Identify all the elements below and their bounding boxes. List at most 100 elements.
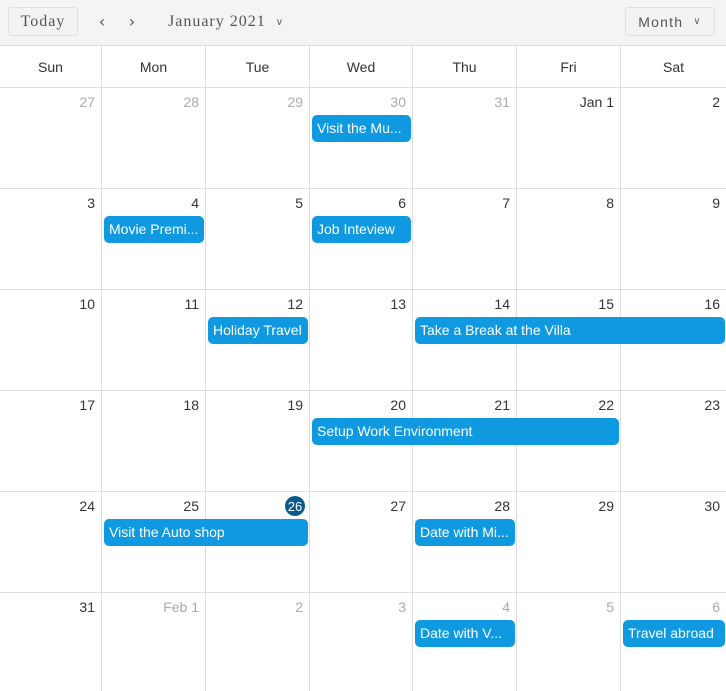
- today-button[interactable]: Today: [8, 7, 78, 36]
- day-number[interactable]: 29: [287, 94, 303, 110]
- day-cell[interactable]: 11: [101, 290, 205, 391]
- weekday-header-sun: Sun: [38, 58, 63, 75]
- day-number[interactable]: 12: [287, 296, 303, 312]
- day-cell[interactable]: 10: [0, 290, 101, 391]
- day-cell[interactable]: 8: [516, 189, 620, 290]
- day-number[interactable]: 29: [598, 498, 614, 514]
- day-number[interactable]: 6: [712, 599, 720, 615]
- day-cell[interactable]: 27: [0, 88, 101, 189]
- day-number[interactable]: 27: [79, 94, 95, 110]
- chevron-down-icon: ∨: [275, 16, 285, 28]
- chevron-right-icon: ›: [128, 11, 136, 31]
- day-number[interactable]: 21: [494, 397, 510, 413]
- calendar-event[interactable]: Visit the Mu...: [312, 115, 411, 142]
- week-row: 31 Feb 1 2 3 4 5 6: [0, 593, 726, 691]
- day-number[interactable]: 3: [87, 195, 95, 211]
- day-number[interactable]: 25: [183, 498, 199, 514]
- calendar-event[interactable]: Movie Premi...: [104, 216, 204, 243]
- day-number[interactable]: 17: [79, 397, 95, 413]
- day-cell[interactable]: 19: [205, 391, 309, 492]
- day-number[interactable]: 22: [598, 397, 614, 413]
- day-number[interactable]: 23: [704, 397, 720, 413]
- day-number[interactable]: 31: [79, 599, 95, 615]
- weekday-header-mon: Mon: [101, 46, 205, 87]
- day-number[interactable]: 5: [606, 599, 614, 615]
- day-number[interactable]: 4: [191, 195, 199, 211]
- calendar-event[interactable]: Setup Work Environment: [312, 418, 619, 445]
- day-cell[interactable]: 18: [101, 391, 205, 492]
- day-cell[interactable]: 5: [516, 593, 620, 691]
- day-number[interactable]: 18: [183, 397, 199, 413]
- day-cell[interactable]: 28: [101, 88, 205, 189]
- day-number[interactable]: 16: [704, 296, 720, 312]
- day-number[interactable]: 19: [287, 397, 303, 413]
- month-grid: 27 28 29 30 31 Jan 1 2 3 4 5 6 7 8 9 10 11 12 13 14 15 16 17 1…: [0, 88, 726, 691]
- day-cell[interactable]: 7: [412, 189, 516, 290]
- period-label: January 2021: [168, 13, 266, 30]
- day-cell[interactable]: 9: [620, 189, 726, 290]
- day-number[interactable]: 3: [398, 599, 406, 615]
- day-number[interactable]: 20: [390, 397, 406, 413]
- day-number[interactable]: 30: [704, 498, 720, 514]
- calendar-event[interactable]: Job Inteview: [312, 216, 411, 243]
- day-number[interactable]: 4: [502, 599, 510, 615]
- day-number[interactable]: 15: [598, 296, 614, 312]
- day-number[interactable]: 27: [390, 498, 406, 514]
- view-switcher[interactable]: Month ∨: [625, 7, 715, 36]
- day-cell[interactable]: 31: [412, 88, 516, 189]
- weekday-header-sat: Sat: [620, 46, 726, 87]
- weekday-header-fri: Fri: [516, 46, 620, 87]
- previous-period-button[interactable]: ‹: [92, 10, 112, 32]
- day-number[interactable]: 31: [494, 94, 510, 110]
- day-number[interactable]: 2: [712, 94, 720, 110]
- chevron-down-icon: ∨: [693, 16, 702, 27]
- day-number[interactable]: 11: [184, 296, 199, 312]
- day-cell[interactable]: 29: [205, 88, 309, 189]
- day-number[interactable]: 5: [295, 195, 303, 211]
- day-cell[interactable]: 27: [309, 492, 412, 593]
- day-number[interactable]: 28: [494, 498, 510, 514]
- day-number[interactable]: 7: [502, 195, 510, 211]
- weekday-header-tue: Tue: [205, 46, 309, 87]
- day-number[interactable]: 2: [295, 599, 303, 615]
- day-number[interactable]: 10: [79, 296, 95, 312]
- calendar-event[interactable]: Travel abroad: [623, 620, 725, 647]
- day-cell[interactable]: 13: [309, 290, 412, 391]
- weekday-header-wed: Wed: [309, 46, 412, 87]
- day-cell[interactable]: Jan 1: [516, 88, 620, 189]
- day-number[interactable]: 14: [494, 296, 510, 312]
- day-number[interactable]: Jan 1: [580, 94, 614, 110]
- view-label: Month: [638, 13, 684, 30]
- day-cell[interactable]: 2: [620, 88, 726, 189]
- calendar-event[interactable]: Date with Mi...: [415, 519, 515, 546]
- day-cell[interactable]: 3: [309, 593, 412, 691]
- day-number[interactable]: 30: [390, 94, 406, 110]
- calendar-toolbar: Today ‹ › January 2021 ∨ Month ∨: [0, 0, 726, 46]
- calendar-event[interactable]: Take a Break at the Villa: [415, 317, 725, 344]
- day-cell[interactable]: 29: [516, 492, 620, 593]
- day-cell[interactable]: 23: [620, 391, 726, 492]
- day-cell[interactable]: Feb 1: [101, 593, 205, 691]
- today-date-badge[interactable]: 26: [285, 496, 305, 516]
- day-number[interactable]: 6: [398, 195, 406, 211]
- chevron-left-icon: ‹: [98, 11, 106, 31]
- date-range-picker[interactable]: January 2021 ∨: [168, 11, 284, 33]
- day-cell[interactable]: 3: [0, 189, 101, 290]
- next-period-button[interactable]: ›: [122, 10, 142, 32]
- day-cell[interactable]: 5: [205, 189, 309, 290]
- day-number[interactable]: 9: [712, 195, 720, 211]
- calendar-event[interactable]: Date with V...: [415, 620, 515, 647]
- day-cell[interactable]: 2: [205, 593, 309, 691]
- day-number[interactable]: 24: [79, 498, 95, 514]
- calendar-event[interactable]: Visit the Auto shop: [104, 519, 308, 546]
- day-number[interactable]: Feb 1: [163, 599, 199, 615]
- weekday-header: Sun Mon Tue Wed Thu Fri Sat: [0, 46, 726, 88]
- day-number[interactable]: 13: [390, 296, 406, 312]
- day-cell[interactable]: 17: [0, 391, 101, 492]
- day-cell[interactable]: 30: [620, 492, 726, 593]
- day-cell[interactable]: 31: [0, 593, 101, 691]
- day-number[interactable]: 28: [183, 94, 199, 110]
- day-cell[interactable]: 24: [0, 492, 101, 593]
- day-number[interactable]: 8: [606, 195, 614, 211]
- calendar-event[interactable]: Holiday Travel: [208, 317, 308, 344]
